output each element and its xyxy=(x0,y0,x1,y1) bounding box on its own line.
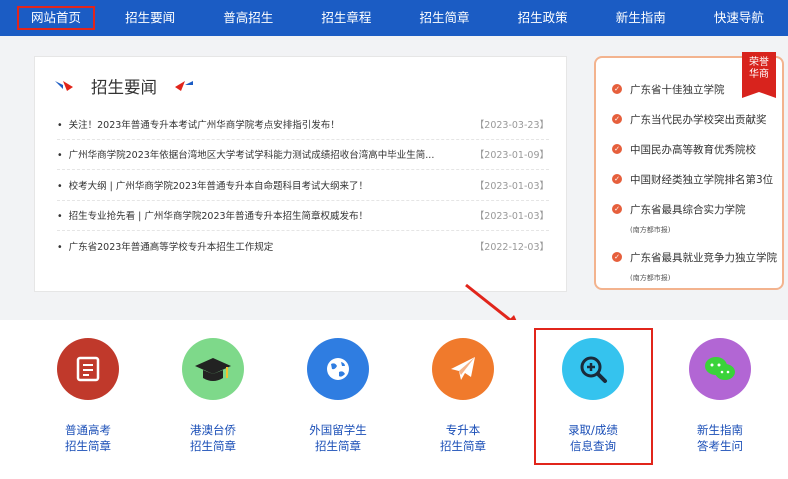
check-icon: ✓ xyxy=(612,114,622,124)
news-item-date: 【2023-01-03】 xyxy=(474,180,549,192)
news-item-text[interactable]: 关注！2023年普通专升本考试广州华商学院考点安排指引发布！ xyxy=(57,117,467,131)
news-item-date: 【2022-12-03】 xyxy=(474,242,549,254)
news-item-text[interactable]: 广州华商学院2023年依据台湾地区大学考试学科能力测试成绩招收台湾高中毕业生简.… xyxy=(57,147,467,161)
nav-home[interactable]: 网站首页 xyxy=(17,6,95,30)
honor-item: ✓ 中国财经类独立学院排名第3位 xyxy=(612,172,773,187)
entry-label[interactable]: 专升本 招生简章 xyxy=(413,422,513,454)
news-item-date: 【2023-03-23】 xyxy=(474,119,549,131)
news-item[interactable]: 广州华商学院2023年依据台湾地区大学考试学科能力测试成绩招收台湾高中毕业生简.… xyxy=(57,140,549,170)
nav-general-admission[interactable]: 普高招生 xyxy=(199,0,297,36)
paper-plane-icon xyxy=(432,338,494,400)
honor-item: ✓ 广东省最具就业竞争力独立学院 (南方都市报) xyxy=(612,250,777,283)
nav-admission-policy[interactable]: 招生政策 xyxy=(494,0,592,36)
document-icon xyxy=(57,338,119,400)
news-item-text[interactable]: 招生专业抢先看 | 广州华商学院2023年普通专升本招生简章权威发布！ xyxy=(57,208,467,222)
check-icon: ✓ xyxy=(612,144,622,154)
honor-item: ✓ 广东省最具综合实力学院 (南方都市报) xyxy=(612,202,746,235)
honor-source: (南方都市报) xyxy=(630,274,671,282)
news-title: 招生要闻 xyxy=(91,78,157,97)
nav-admission-news[interactable]: 招生要闻 xyxy=(101,0,199,36)
check-icon: ✓ xyxy=(612,252,622,262)
entry-label[interactable]: 普通高考 招生简章 xyxy=(38,422,138,454)
nav-admission-charter[interactable]: 招生章程 xyxy=(297,0,395,36)
entry-label[interactable]: 新生指南 答考生问 xyxy=(670,422,770,454)
entry-general-exam[interactable]: 普通高考 招生简章 xyxy=(38,338,138,454)
news-header: 招生要闻 xyxy=(53,71,195,101)
right-decoration-icon xyxy=(175,81,193,91)
news-item[interactable]: 校考大纲 | 广州华商学院2023年普通专升本自命题科目考试大纲来了！ 【2023… xyxy=(57,170,549,201)
honor-panel: 荣誉 华商 ✓ 广东省十佳独立学院 ✓ 广东当代民办学校突出贡献奖 ✓ 中国民办高等教育… xyxy=(594,52,784,290)
news-item[interactable]: 招生专业抢先看 | 广州华商学院2023年普通专升本招生简章权威发布！ 【2023… xyxy=(57,201,549,231)
globe-icon xyxy=(307,338,369,400)
entry-label[interactable]: 外国留学生 招生简章 xyxy=(288,422,388,454)
check-icon: ✓ xyxy=(612,174,622,184)
honor-source: (南方都市报) xyxy=(630,226,671,234)
honor-item: ✓ 广东当代民办学校突出贡献奖 xyxy=(612,112,767,127)
entry-label[interactable]: 港澳台侨 招生简章 xyxy=(163,422,263,454)
nav-freshman-guide[interactable]: 新生指南 xyxy=(592,0,690,36)
entry-upgrade[interactable]: 专升本 招生简章 xyxy=(413,338,513,454)
nav-admission-brochure[interactable]: 招生简章 xyxy=(395,0,493,36)
honor-ribbon: 荣誉 华商 xyxy=(742,52,776,98)
news-panel: 招生要闻 关注！2023年普通专升本考试广州华商学院考点安排指引发布！ 【2023… xyxy=(34,56,567,292)
news-item-text[interactable]: 校考大纲 | 广州华商学院2023年普通专升本自命题科目考试大纲来了！ xyxy=(57,178,467,192)
top-nav: 网站首页 招生要闻 普高招生 招生章程 招生简章 招生政策 新生指南 快速导航 xyxy=(0,0,788,36)
nav-quick-links[interactable]: 快速导航 xyxy=(690,0,788,36)
chat-icon xyxy=(689,338,751,400)
honor-item: ✓ 广东省十佳独立学院 xyxy=(612,82,725,97)
news-item[interactable]: 广东省2023年普通高等学校专升本招生工作规定【2022-12-03】 xyxy=(57,231,549,262)
honor-item: ✓ 中国民办高等教育优秀院校 xyxy=(612,142,756,157)
news-item-text[interactable]: 广东省2023年普通高等学校专升本招生工作规定 xyxy=(57,239,467,253)
entry-freshman-qa[interactable]: 新生指南 答考生问 xyxy=(670,338,770,454)
entry-hk-macao-taiwan[interactable]: 港澳台侨 招生简章 xyxy=(163,338,263,454)
check-icon: ✓ xyxy=(612,84,622,94)
graduation-cap-icon xyxy=(182,338,244,400)
news-item-date: 【2023-01-03】 xyxy=(474,211,549,223)
left-decoration-icon xyxy=(55,81,73,91)
news-item-date: 【2023-01-09】 xyxy=(474,150,549,162)
check-icon: ✓ xyxy=(612,204,622,214)
highlight-box xyxy=(534,328,653,465)
news-list: 关注！2023年普通专升本考试广州华商学院考点安排指引发布！ 【2023-03-2… xyxy=(57,109,549,262)
entry-international[interactable]: 外国留学生 招生简章 xyxy=(288,338,388,454)
news-item[interactable]: 关注！2023年普通专升本考试广州华商学院考点安排指引发布！ 【2023-03-2… xyxy=(57,109,549,140)
